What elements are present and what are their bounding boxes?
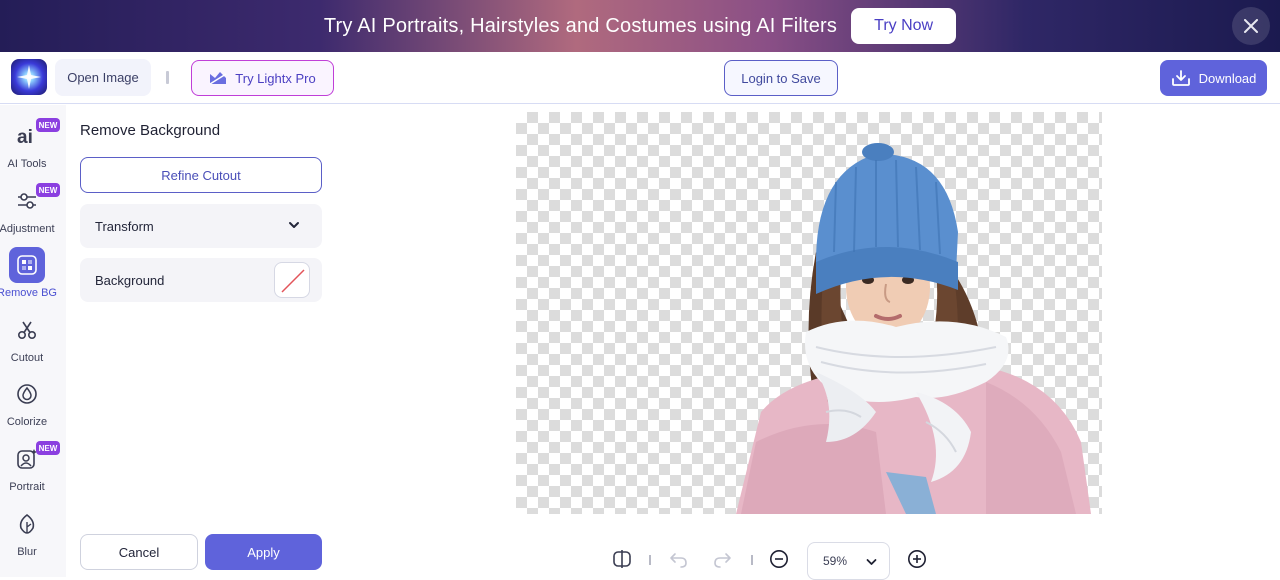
background-label: Background [95,272,165,288]
apply-button[interactable]: Apply [205,534,322,570]
tool-portrait[interactable]: Portrait NEW [0,441,60,501]
tool-blur[interactable]: Blur [0,506,54,566]
chevron-down-icon [289,222,299,228]
canvas-bottom-toolbar: 59% [337,537,1280,580]
tool-label: Adjustment [0,223,55,235]
tool-cutout[interactable]: Cutout [0,312,54,372]
chevron-down-icon [866,559,877,565]
scissors-icon [9,312,45,348]
redo-icon[interactable] [713,549,733,569]
no-color-icon [281,269,305,293]
remove-background-panel: Remove Background Refine Cutout Transfor… [66,105,337,577]
new-badge: NEW [36,118,60,132]
pro-crown-icon [209,72,227,85]
promo-text: Try AI Portraits, Hairstyles and Costume… [323,14,838,37]
close-icon [1244,19,1258,33]
app-logo[interactable] [11,59,47,95]
try-pro-label: Try Lightx Pro [235,70,316,86]
tool-ai-tools[interactable]: ai AI Tools NEW [0,118,60,178]
zoom-in-icon[interactable] [907,549,927,569]
tool-adjustment[interactable]: Adjustment NEW [0,183,60,243]
promo-banner: Try AI Portraits, Hairstyles and Costume… [0,0,1280,52]
tool-colorize[interactable]: Colorize [0,376,54,436]
try-pro-button[interactable]: Try Lightx Pro [191,60,334,96]
zoom-out-icon[interactable] [769,549,789,569]
close-banner-button[interactable] [1232,7,1270,45]
tool-label: Cutout [10,352,44,364]
panel-title: Remove Background [80,122,221,139]
tool-label: Blur [17,546,37,558]
drop-icon [9,376,45,412]
tool-remove-bg[interactable]: Remove BG [0,247,57,307]
portrait-cutout-image [736,143,1091,514]
canvas-area [337,105,1280,577]
refine-cutout-button[interactable]: Refine Cutout [80,157,322,193]
undo-icon[interactable] [668,549,688,569]
svg-text:ai: ai [17,127,33,146]
image-canvas[interactable] [516,112,1102,514]
zoom-value: 59% [823,554,848,568]
star-icon [17,65,41,89]
zoom-dropdown[interactable]: 59% [807,542,890,580]
top-toolbar: Open Image Try Lightx Pro Login to Save … [0,52,1280,104]
background-section: Background [80,258,322,302]
tool-label: Colorize [6,416,48,428]
toolbar-divider [166,71,169,84]
try-now-button[interactable]: Try Now [851,8,957,44]
transform-label: Transform [95,218,154,234]
background-color-swatch[interactable] [274,262,310,298]
new-badge: NEW [36,183,60,197]
tool-sidebar: ai AI Tools NEW Adjustment NEW Remove BG… [0,105,66,577]
transform-section[interactable]: Transform [80,204,322,248]
remove-bg-icon [9,247,45,283]
toolbar-separator [751,555,753,565]
login-to-save-button[interactable]: Login to Save [724,60,838,96]
open-image-button[interactable]: Open Image [55,59,151,96]
download-icon [1171,70,1190,86]
toolbar-separator [649,555,651,565]
download-button[interactable]: Download [1160,60,1267,96]
tool-label: Portrait [9,481,45,493]
leaf-icon [9,506,45,542]
new-badge: NEW [36,441,60,455]
cancel-button[interactable]: Cancel [80,534,198,570]
tool-label: Remove BG [0,287,57,299]
tool-label: AI Tools [7,158,47,170]
compare-icon[interactable] [612,549,632,569]
download-label: Download [1198,70,1257,86]
